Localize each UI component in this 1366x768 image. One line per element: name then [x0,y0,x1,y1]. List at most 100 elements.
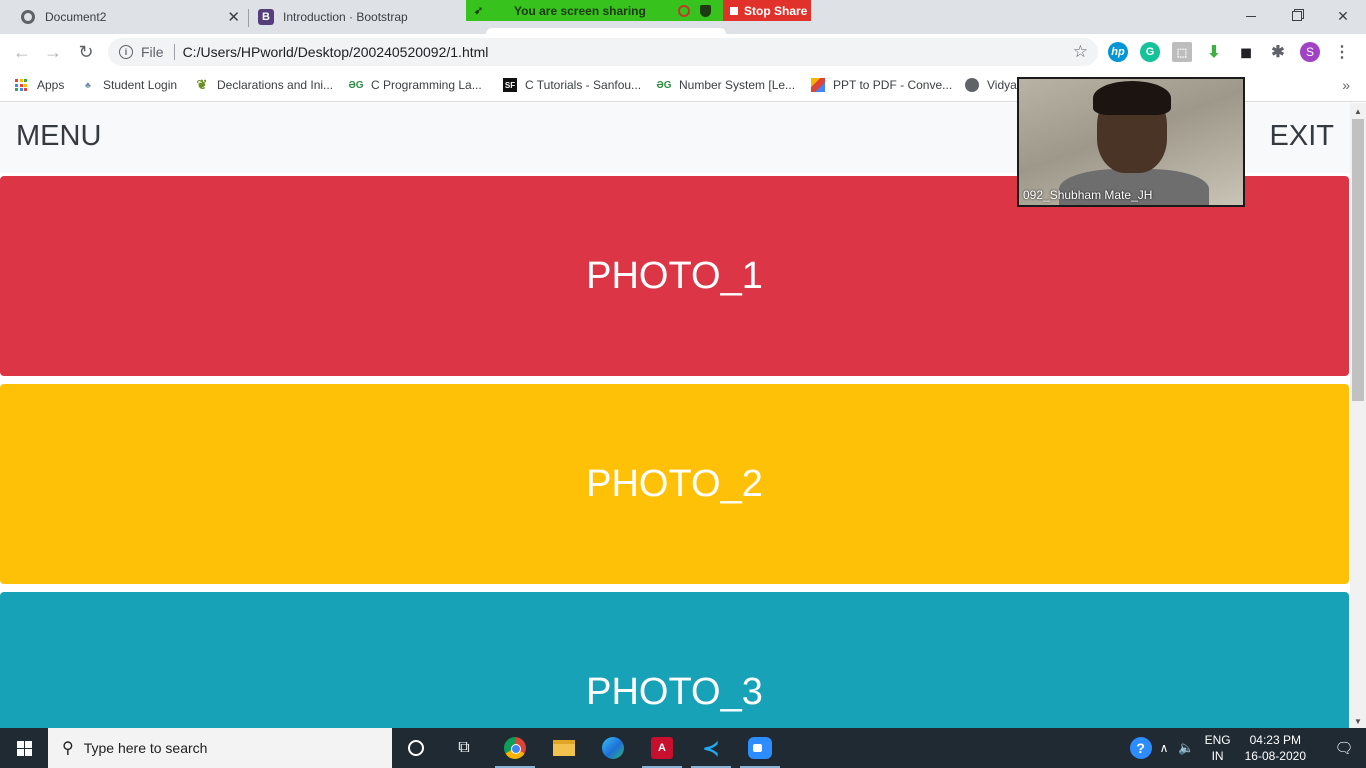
action-center-button[interactable]: 🗨 [1322,728,1366,768]
bookmark-label: Declarations and Ini... [217,78,334,92]
ppt-to-pdf-icon [811,78,825,92]
help-icon[interactable]: ? [1129,737,1152,759]
taskbar-acrobat[interactable]: A [638,728,686,768]
tab-title: Introduction · Bootstrap [283,10,408,24]
zoom-icon [748,737,772,759]
task-view-button[interactable]: ⧉ [440,728,488,768]
clock-date: 16-08-2020 [1244,749,1306,763]
cortana-button[interactable] [392,728,440,768]
windows-logo-icon [16,740,32,756]
input-language[interactable]: ENG IN [1205,732,1231,764]
bookmark-number-system[interactable]: ƏG Number System [Le... [656,70,796,100]
edge-icon [602,737,624,759]
bookmark-vidya[interactable]: Vidya [965,70,1017,100]
site-info-icon[interactable]: i [119,45,133,59]
sanfoundry-icon: SF [503,78,517,92]
stop-icon [730,6,738,15]
bookmark-ppt-to-pdf[interactable]: PPT to PDF - Conve... [811,70,952,100]
address-bar[interactable]: i File C:/Users/HPworld/Desktop/20024052… [108,38,1098,66]
folder-icon [553,740,575,756]
minimize-button[interactable] [1228,0,1274,32]
apps-grid-icon [15,78,29,92]
restore-button[interactable] [1274,0,1320,32]
arrow-left-icon: ← [13,41,31,62]
sharing-status-text: You are screen sharing [514,3,646,18]
menu-link[interactable]: MENU [16,120,101,153]
more-menu-icon[interactable]: ⋮ [1332,42,1352,62]
profile-avatar[interactable]: S [1300,42,1320,62]
leaf-icon: ❦ [196,77,208,92]
window-controls: ✕ [1228,0,1366,34]
bookmark-declarations[interactable]: ❦ Declarations and Ini... [195,70,334,100]
pause-share-icon[interactable] [678,4,690,17]
extensions-puzzle-icon[interactable]: ✱ [1268,42,1288,62]
download-extension-icon[interactable]: ⬇ [1204,42,1224,62]
zoom-video-thumbnail[interactable]: 092_Shubham Mate_JH [1017,77,1245,207]
volume-icon[interactable]: 🔈 [1178,740,1194,756]
forward-button[interactable]: → [38,34,68,70]
start-button[interactable] [0,728,48,768]
security-shield-icon[interactable] [700,4,711,17]
tab-document2[interactable]: Document2 ✕ [12,0,246,34]
pdf-extension-icon[interactable]: ⬚ [1172,42,1192,62]
tab-separator [248,9,249,27]
bookmark-label: Number System [Le... [679,78,796,92]
grammarly-icon[interactable]: G [1140,42,1160,62]
hp-extension-icon[interactable]: hp [1108,42,1128,62]
reload-icon: ↻ [78,41,94,62]
system-tray: ? ∧ 🔈 ENG IN 04:23 PM 16-08-2020 🗨 [1129,728,1366,768]
stop-share-button[interactable]: Stop Share [723,0,811,21]
globe-icon [965,78,979,92]
taskbar-zoom[interactable] [736,728,784,768]
bookmark-label: Apps [37,78,65,92]
close-tab-icon[interactable]: ✕ [227,8,240,26]
scroll-down-arrow-icon[interactable]: ▼ [1354,717,1362,726]
participant-name: 092_Shubham Mate_JH [1023,188,1153,202]
taskbar-file-explorer[interactable] [540,728,588,768]
region-code: IN [1211,749,1224,763]
sharing-indicator[interactable]: ➹ You are screen sharing [466,0,723,21]
reload-button[interactable]: ↻ [71,34,101,70]
restore-icon [1292,11,1302,21]
bookmark-c-tutorials[interactable]: SF C Tutorials - Sanfou... [503,70,641,100]
notification-icon: 🗨 [1334,740,1354,757]
geeksforgeeks-icon: ƏG [348,79,364,91]
student-login-icon: ♣ [85,80,91,90]
bootstrap-icon: B [258,9,274,25]
scroll-up-arrow-icon[interactable]: ▲ [1354,107,1362,116]
bookmark-student-login[interactable]: ♣ Student Login [81,70,177,100]
more-bookmarks-icon[interactable]: » [1342,77,1350,93]
cortana-icon [408,740,424,756]
acrobat-icon: A [651,737,673,759]
bookmark-star-icon[interactable]: ☆ [1073,42,1088,62]
page-scrollbar[interactable]: ▲ ▼ [1350,103,1366,728]
drag-handle-icon[interactable]: ➹ [474,4,484,17]
vscode-icon: ≺ [702,737,720,760]
geeksforgeeks-icon: ƏG [656,79,672,91]
bookmark-label: Vidya [987,78,1017,92]
arrow-right-icon: → [44,41,62,62]
zoom-share-bar: ➹ You are screen sharing Stop Share [466,0,811,21]
close-window-button[interactable]: ✕ [1320,0,1366,32]
bookmark-c-programming[interactable]: ƏG C Programming La... [348,70,481,100]
bookmark-apps[interactable]: Apps [15,70,64,100]
exit-link[interactable]: EXIT [1270,120,1334,153]
photo-label: PHOTO_2 [586,462,763,505]
scrollbar-thumb[interactable] [1352,119,1364,401]
back-button[interactable]: ← [7,34,37,70]
taskbar-search[interactable]: ⚲ Type here to search [48,728,392,768]
tab-title: Document2 [45,10,107,24]
photo-label: PHOTO_1 [586,254,763,297]
photo-block-2: PHOTO_2 [0,384,1349,584]
taskbar-edge[interactable] [589,728,637,768]
taskbar-vscode[interactable]: ≺ [687,728,735,768]
tool-extension-icon[interactable]: ◼ [1236,42,1256,62]
show-hidden-icons-icon[interactable]: ∧ [1160,741,1169,755]
tab-bootstrap-introduction[interactable]: B Introduction · Bootstrap [252,0,462,34]
taskbar-chrome[interactable] [491,728,539,768]
search-icon: ⚲ [62,740,74,757]
url-text[interactable]: C:/Users/HPworld/Desktop/200240520092/1.… [183,44,489,60]
clock[interactable]: 04:23 PM 16-08-2020 [1245,732,1306,764]
scheme-label: File [141,44,164,60]
extensions-bar: hp G ⬚ ⬇ ◼ ✱ S ⋮ [1108,34,1352,70]
